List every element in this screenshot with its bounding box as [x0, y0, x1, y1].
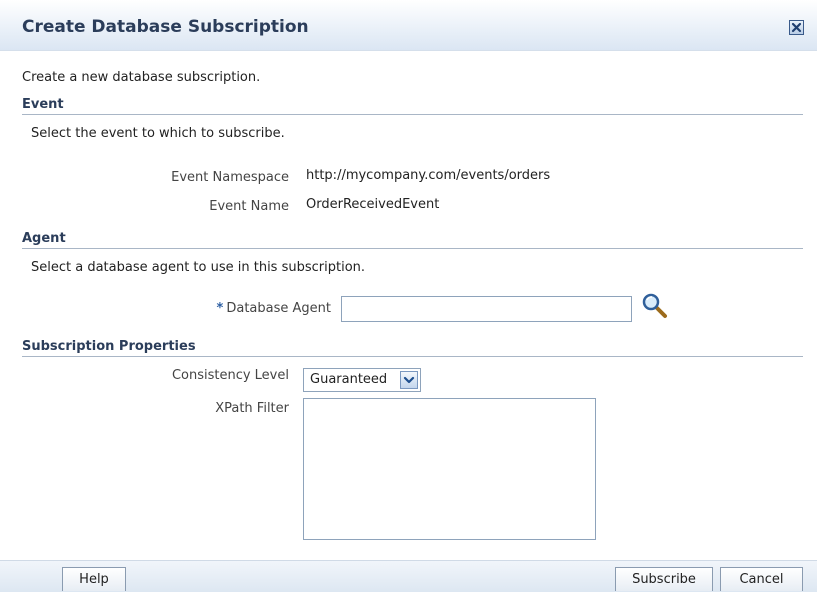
- event-help-text: Select the event to which to subscribe.: [31, 126, 285, 141]
- chevron-down-icon: [403, 376, 415, 384]
- required-marker: *: [216, 301, 224, 316]
- event-name-label: Event Name: [209, 199, 289, 214]
- dialog-title: Create Database Subscription: [22, 17, 309, 37]
- dialog-intro: Create a new database subscription.: [22, 70, 261, 85]
- event-name-value: OrderReceivedEvent: [306, 197, 440, 212]
- database-agent-label: Database Agent: [226, 301, 331, 316]
- dialog-title-bar: Create Database Subscription: [0, 0, 817, 51]
- close-icon: [791, 22, 802, 33]
- subscription-properties-heading: Subscription Properties: [22, 338, 803, 357]
- cancel-button[interactable]: Cancel: [720, 567, 803, 591]
- consistency-level-label: Consistency Level: [171, 368, 289, 383]
- help-button[interactable]: Help: [62, 567, 126, 591]
- search-icon: [642, 293, 667, 318]
- database-agent-search-button[interactable]: [641, 292, 669, 320]
- xpath-filter-label: XPath Filter: [215, 401, 289, 416]
- database-agent-input[interactable]: [341, 296, 632, 322]
- close-button[interactable]: [789, 20, 804, 35]
- event-namespace-value: http://mycompany.com/events/orders: [306, 168, 551, 183]
- event-section-heading: Event: [22, 96, 803, 115]
- agent-section-heading: Agent: [22, 230, 803, 249]
- subscribe-button[interactable]: Subscribe: [615, 567, 713, 591]
- agent-help-text: Select a database agent to use in this s…: [31, 260, 366, 275]
- consistency-level-select[interactable]: Guaranteed: [303, 368, 421, 392]
- event-namespace-label: Event Namespace: [171, 170, 289, 185]
- dropdown-button[interactable]: [400, 371, 418, 389]
- consistency-level-value: Guaranteed: [310, 372, 388, 387]
- xpath-filter-textarea[interactable]: [303, 398, 596, 540]
- database-agent-label-row: * Database Agent: [217, 301, 331, 316]
